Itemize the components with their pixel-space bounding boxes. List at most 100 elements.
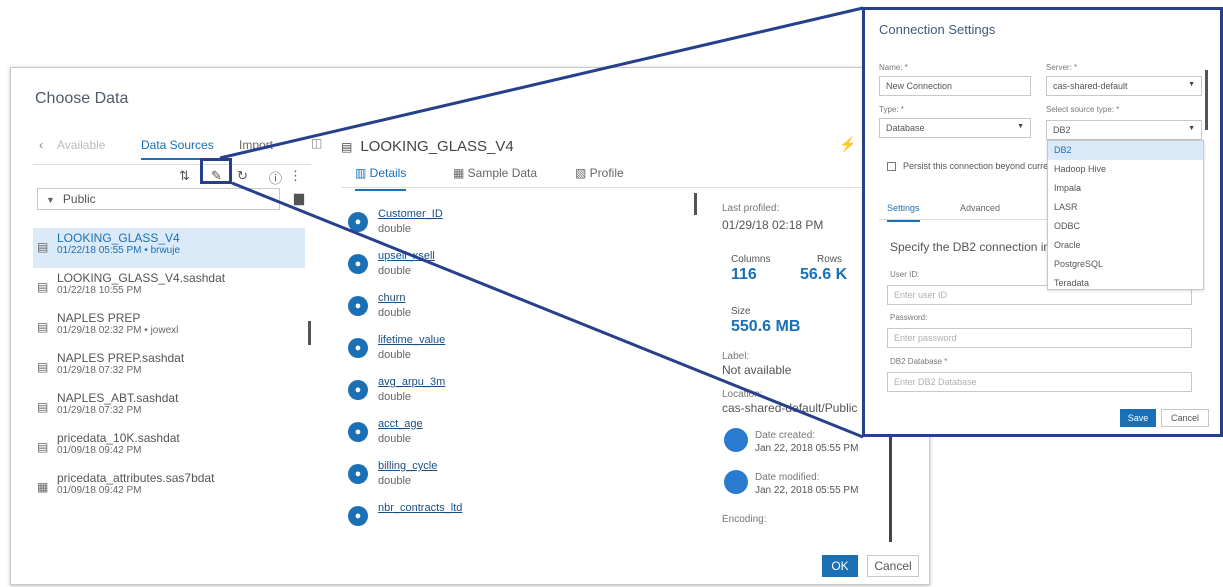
library-select[interactable]: ▼ Public (37, 188, 280, 210)
table-icon: ▤ (37, 360, 49, 374)
column-row[interactable]: ● nbr_contracts_ltd (348, 502, 688, 526)
table-name: NAPLES_ABT.sashdat (57, 391, 179, 405)
column-name[interactable]: churn (378, 292, 406, 304)
table-icon: ▤ (37, 280, 49, 294)
column-row[interactable]: ● acct_agedouble (348, 418, 688, 460)
column-name[interactable]: avg_arpu_3m (378, 376, 445, 388)
folder-icon[interactable]: ▆ (294, 190, 304, 206)
center-scrollbar[interactable] (694, 193, 697, 215)
table-icon: ▤ (37, 320, 49, 334)
list-item[interactable]: ▤ pricedata_10K.sashdat 01/09/18 09:42 P… (33, 428, 305, 468)
tab-advanced[interactable]: Advanced (960, 203, 1000, 213)
column-type: double (378, 391, 412, 403)
source-type-select[interactable]: DB2 ▼ (1046, 120, 1202, 140)
table-icon: ▤ (37, 240, 49, 254)
list-item[interactable]: ▦ pricedata_attributes.sas7bdat 01/09/18… (33, 468, 305, 508)
panel-scrollbar[interactable] (1205, 70, 1208, 130)
password-input[interactable]: Enter password (887, 328, 1192, 348)
tab-profile[interactable]: ▧ Profile (575, 166, 624, 180)
server-select[interactable]: cas-shared-default ▼ (1046, 76, 1202, 96)
tab-data-sources[interactable]: Data Sources (141, 138, 214, 160)
info-icon[interactable]: ⓘ (269, 168, 282, 187)
name-label: Name: * (879, 63, 908, 72)
profile-icon: ▧ (575, 166, 590, 180)
table-icon: ▤ (37, 400, 49, 414)
collapse-icon[interactable]: ◫ (311, 136, 322, 150)
column-name[interactable]: nbr_contracts_ltd (378, 502, 462, 514)
tab-profile-label: Profile (589, 166, 624, 180)
refresh-icon[interactable]: ↻ (237, 168, 248, 184)
list-item[interactable]: ▤ LOOKING_GLASS_V4 01/22/18 05:55 PM • b… (33, 228, 305, 268)
size-value: 550.6 MB (731, 318, 801, 335)
persist-checkbox[interactable] (887, 162, 896, 171)
column-name[interactable]: Customer_ID (378, 208, 443, 220)
column-row[interactable]: ● Customer_IDdouble (348, 208, 688, 250)
table-meta: 01/09/18 09:42 PM (57, 485, 142, 496)
numeric-icon: ● (348, 338, 368, 358)
left-scrollbar[interactable] (308, 321, 311, 345)
date-created-value: Jan 22, 2018 05:55 PM (755, 443, 859, 454)
type-select[interactable]: Database ▼ (879, 118, 1031, 138)
tab-import[interactable]: Import (239, 138, 273, 152)
connection-title: Connection Settings (879, 22, 996, 37)
option-teradata[interactable]: Teradata (1048, 274, 1203, 293)
numeric-icon: ● (348, 422, 368, 442)
table-name: NAPLES PREP (57, 311, 141, 325)
columns-count: 116 (731, 266, 757, 283)
numeric-icon: ● (348, 506, 368, 526)
list-item[interactable]: ▤ NAPLES PREP 01/29/18 02:32 PM • jowexl (33, 308, 305, 348)
db2-database-input[interactable]: Enter DB2 Database (887, 372, 1192, 392)
option-odbc[interactable]: ODBC (1048, 217, 1203, 236)
table-list: ▤ LOOKING_GLASS_V4 01/22/18 05:55 PM • b… (33, 228, 305, 508)
list-item[interactable]: ▤ NAPLES_ABT.sashdat 01/29/18 07:32 PM (33, 388, 305, 428)
column-type: double (378, 265, 412, 277)
column-type: double (378, 307, 412, 319)
cancel-button[interactable]: Cancel (1161, 409, 1209, 427)
column-row[interactable]: ● upsell_xselldouble (348, 250, 688, 292)
caret-down-icon: ▼ (1188, 81, 1195, 88)
db2-database-label: DB2 Database * (890, 357, 948, 366)
name-input[interactable]: New Connection (879, 76, 1031, 96)
cancel-button[interactable]: Cancel (867, 555, 919, 577)
option-hadoop-hive[interactable]: Hadoop Hive (1048, 160, 1203, 179)
date-modified-label: Date modified: (755, 472, 820, 483)
source-type-value: DB2 (1053, 125, 1071, 135)
chevron-left-icon[interactable]: ‹ (39, 138, 43, 152)
caret-down-icon: ▼ (1017, 123, 1024, 130)
numeric-icon: ● (348, 212, 368, 232)
list-item[interactable]: ▤ NAPLES PREP.sashdat 01/29/18 07:32 PM (33, 348, 305, 388)
tabs-divider (33, 164, 311, 165)
tab-sample-data[interactable]: ▦ Sample Data (453, 166, 537, 180)
sample-data-icon: ▦ (453, 166, 468, 180)
column-type: double (378, 433, 412, 445)
column-row[interactable]: ● lifetime_value double (348, 334, 688, 376)
save-button[interactable]: Save (1120, 409, 1156, 427)
column-name[interactable]: upsell_xsell (378, 250, 435, 262)
list-item[interactable]: ▤ LOOKING_GLASS_V4.sashdat 01/22/18 10:5… (33, 268, 305, 308)
tab-details-label: Details (369, 166, 407, 180)
option-impala[interactable]: Impala (1048, 179, 1203, 198)
option-lasr[interactable]: LASR (1048, 198, 1203, 217)
column-type: double (378, 223, 412, 235)
option-db2[interactable]: DB2 (1048, 141, 1203, 160)
sort-icon[interactable]: ⇅ (179, 168, 190, 184)
ok-button[interactable]: OK (822, 555, 858, 577)
option-oracle[interactable]: Oracle (1048, 236, 1203, 255)
server-label: Server: * (1046, 63, 1078, 72)
column-list: ● Customer_ID double ● upsell_xsell double ●… (348, 208, 688, 526)
more-icon[interactable]: ⋮ (289, 168, 302, 184)
column-name[interactable]: billing_cycle (378, 460, 437, 472)
lightning-icon: ⚡ (839, 136, 857, 152)
column-row[interactable]: ● churn double (348, 292, 688, 334)
numeric-icon: ● (348, 254, 368, 274)
column-row[interactable]: ● avg_arpu_3m double (348, 376, 688, 418)
column-name[interactable]: acct_age (378, 418, 423, 430)
option-postgresql[interactable]: PostgreSQL (1048, 255, 1203, 274)
avatar (724, 470, 748, 494)
column-row[interactable]: ● billing_cycle double (348, 460, 688, 502)
rows-label: Rows (817, 254, 843, 265)
date-modified-value: Jan 22, 2018 05:55 PM (755, 485, 859, 496)
tab-available[interactable]: Available (57, 138, 105, 152)
table-name: LOOKING_GLASS_V4.sashdat (57, 271, 226, 285)
column-name[interactable]: lifetime_value (378, 334, 445, 346)
